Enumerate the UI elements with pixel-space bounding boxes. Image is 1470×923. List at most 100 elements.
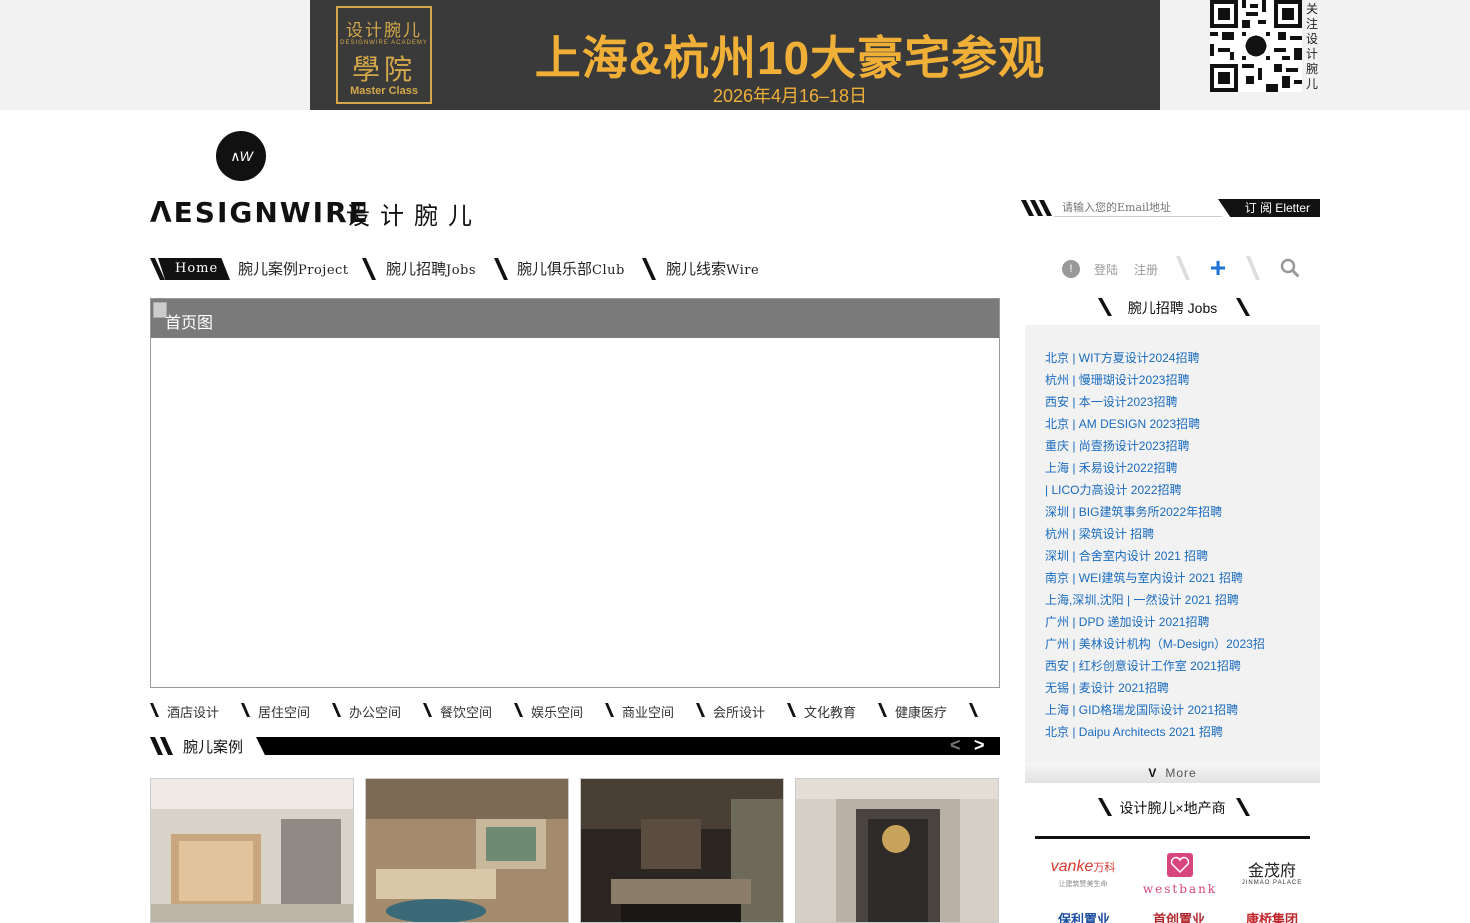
- site-logo-mark[interactable]: ∧W: [216, 131, 266, 181]
- job-link[interactable]: 上海,深圳,沈阳 | 一然设计 2021 招聘: [1045, 591, 1239, 608]
- slash-icon: [423, 703, 432, 717]
- job-link[interactable]: 北京 | AM DESIGN 2023招聘: [1045, 415, 1200, 432]
- slash-icon: [1236, 798, 1250, 816]
- site-logo-cn[interactable]: 设计腕儿: [346, 196, 482, 231]
- banner-date: 2026年4月16–18日: [712, 86, 868, 106]
- slash-icon: [642, 258, 656, 280]
- nav-jobs-en: Jobs: [446, 263, 477, 278]
- academy-logo-line3: 學院: [351, 53, 416, 86]
- slash-icon: [878, 703, 887, 717]
- job-link[interactable]: 广州 | 美林设计机构（M-Design）2023招: [1045, 635, 1265, 652]
- nav-jobs-cn: 腕儿招聘: [386, 260, 447, 278]
- category-commercial[interactable]: 商业空间: [622, 702, 674, 721]
- qr-caption: 关注设计腕儿: [1306, 2, 1319, 91]
- jobs-list-box: [1025, 325, 1320, 763]
- category-culture[interactable]: 文化教育: [804, 702, 856, 721]
- slash-icon: [1176, 256, 1190, 280]
- westbank-heart-icon: [1167, 853, 1193, 877]
- jobs-section-title: 腕儿招聘 Jobs: [1127, 300, 1218, 316]
- site-logo-wordmark[interactable]: ΛESIGNWIRE: [150, 196, 370, 229]
- email-subscribe-input[interactable]: [1054, 199, 1222, 217]
- poly-logo[interactable]: 保利置业: [1045, 910, 1123, 923]
- home-slider[interactable]: 首页图: [150, 298, 1000, 688]
- nav-jobs[interactable]: 腕儿招聘Jobs: [386, 258, 476, 279]
- westbank-logo[interactable]: westbank: [1140, 852, 1220, 896]
- jobs-more-button[interactable]: V More: [1025, 763, 1320, 783]
- slash-icon: [332, 703, 341, 717]
- job-link[interactable]: 南京 | WEI建筑与室内设计 2021 招聘: [1045, 569, 1243, 586]
- category-club[interactable]: 会所设计: [713, 702, 765, 721]
- jinmao-logo-sub: JINMAO PALACE: [1241, 880, 1303, 886]
- kangqiao-logo[interactable]: 康桥集团: [1235, 910, 1309, 923]
- slash-icon: [150, 703, 159, 717]
- nav-club-cn: 腕儿俱乐部: [517, 260, 593, 278]
- jinmao-logo[interactable]: 金茂府 JINMAO PALACE: [1235, 862, 1309, 902]
- job-link[interactable]: 西安 | 红杉创意设计工作室 2021招聘: [1045, 657, 1241, 674]
- jinmao-logo-main: 金茂府: [1247, 861, 1296, 880]
- slash-icon: [514, 703, 523, 717]
- job-link[interactable]: 北京 | Daipu Architects 2021 招聘: [1045, 723, 1223, 740]
- shoukai-logo[interactable]: 首创置业: [1140, 910, 1218, 923]
- plus-icon[interactable]: +: [1207, 254, 1229, 282]
- qr-code-icon: [1210, 0, 1302, 92]
- category-hotel[interactable]: 酒店设计: [167, 702, 219, 721]
- job-link[interactable]: | LICO力高设计 2022招聘: [1045, 481, 1182, 498]
- job-link[interactable]: 重庆 | 尚壹扬设计2023招聘: [1045, 437, 1189, 454]
- user-icon[interactable]: !: [1062, 260, 1080, 278]
- category-entertainment[interactable]: 娱乐空间: [531, 702, 583, 721]
- developer-section-title: 设计腕儿×地产商: [1119, 800, 1226, 816]
- nav-project[interactable]: 腕儿案例Project: [238, 258, 349, 279]
- academy-logo: 设计腕儿 DESIGNWIRE ACADEMY 學院 Master Class: [336, 6, 432, 104]
- project-thumbnail[interactable]: [795, 778, 999, 923]
- next-arrow-icon[interactable]: >: [974, 735, 985, 756]
- nav-wire-en: Wire: [726, 263, 760, 278]
- slashes-icon: [1021, 200, 1052, 216]
- job-link[interactable]: 杭州 | 慢珊瑚设计2023招聘: [1045, 371, 1189, 388]
- slash-icon: [969, 703, 978, 717]
- job-link[interactable]: 深圳 | 合舍室内设计 2021 招聘: [1045, 547, 1208, 564]
- vanke-logo-main: vanke: [1050, 858, 1094, 875]
- register-link[interactable]: 注册: [1134, 261, 1158, 278]
- nav-wire[interactable]: 腕儿线索Wire: [666, 258, 759, 279]
- nav-club[interactable]: 腕儿俱乐部Club: [517, 258, 625, 279]
- slash-icon: [1236, 298, 1250, 316]
- projects-section-bar: [256, 737, 1000, 755]
- category-health[interactable]: 健康医疗: [895, 702, 947, 721]
- project-thumbnail[interactable]: [580, 778, 784, 923]
- academy-logo-line4: Master Class: [350, 85, 418, 97]
- subscribe-button[interactable]: 订 阅 Eletter: [1218, 199, 1320, 217]
- nav-home-label: Home: [175, 261, 219, 276]
- developer-divider: [1035, 836, 1310, 839]
- westbank-logo-text: westbank: [1142, 882, 1218, 896]
- slash-icon: [1246, 256, 1260, 280]
- slash-icon: [605, 703, 614, 717]
- slash-icon: [494, 258, 508, 280]
- login-link[interactable]: 登陆: [1094, 261, 1118, 278]
- nav-club-en: Club: [592, 263, 625, 278]
- prev-arrow-icon[interactable]: <: [950, 735, 961, 756]
- nav-home[interactable]: Home: [150, 256, 230, 280]
- banner-title: 上海&杭州10大豪宅参观: [534, 32, 1046, 84]
- ad-banner[interactable]: 设计腕儿 DESIGNWIRE ACADEMY 學院 Master Class …: [310, 0, 1160, 110]
- job-link[interactable]: 深圳 | BIG建筑事务所2022年招聘: [1045, 503, 1222, 520]
- slider-caption-bar: 首页图: [151, 299, 999, 338]
- job-link[interactable]: 上海 | GID格瑞龙国际设计 2021招聘: [1045, 701, 1238, 718]
- job-link[interactable]: 无锡 | 麦设计 2021招聘: [1045, 679, 1169, 696]
- job-link[interactable]: 北京 | WIT方夏设计2024招聘: [1045, 349, 1199, 366]
- vanke-logo-sub: 万科: [1093, 862, 1116, 874]
- job-link[interactable]: 杭州 | 梁筑设计 招聘: [1045, 525, 1154, 542]
- job-link[interactable]: 上海 | 禾易设计2022招聘: [1045, 459, 1177, 476]
- job-link[interactable]: 广州 | DPD 递加设计 2021招聘: [1045, 613, 1210, 630]
- category-residential[interactable]: 居住空间: [258, 702, 310, 721]
- category-dining[interactable]: 餐饮空间: [440, 702, 492, 721]
- chevron-down-icon: V: [1148, 766, 1158, 780]
- slashes-icon: [150, 737, 173, 755]
- project-thumbnail[interactable]: [365, 778, 569, 923]
- nav-wire-cn: 腕儿线索: [666, 260, 727, 278]
- vanke-logo[interactable]: vanke万科 让建筑赞美生命: [1045, 858, 1121, 898]
- project-thumbnail[interactable]: [150, 778, 354, 923]
- search-icon[interactable]: [1280, 258, 1300, 278]
- slash-icon: [787, 703, 796, 717]
- category-office[interactable]: 办公空间: [349, 702, 401, 721]
- job-link[interactable]: 西安 | 本一设计2023招聘: [1045, 393, 1177, 410]
